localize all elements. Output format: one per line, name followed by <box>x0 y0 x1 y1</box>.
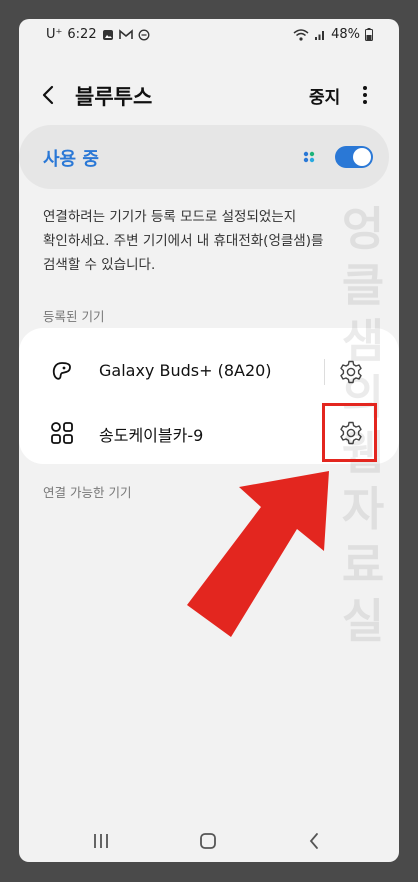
home-icon[interactable] <box>196 829 220 853</box>
pairing-description: 연결하려는 기기가 등록 모드로 설정되었는지 확인하세요. 주변 기기에서 내… <box>43 209 324 273</box>
app-bar: 블루투스 중지 <box>19 77 399 117</box>
device-name: 송도케이블카-9 <box>99 426 204 445</box>
stop-button[interactable]: 중지 <box>309 83 340 108</box>
mail-icon <box>118 28 133 39</box>
available-devices-header: 연결 가능한 기기 <box>43 485 132 500</box>
device-name: Galaxy Buds+ (8A20) <box>99 361 272 380</box>
bluetooth-master-switch-row[interactable]: 사용 중 <box>19 125 389 189</box>
back-arrow-icon[interactable] <box>37 83 61 107</box>
navigation-bar <box>19 819 399 859</box>
battery-percent: 48% <box>331 27 360 42</box>
divider <box>324 359 325 385</box>
minus-circle-icon <box>138 29 150 40</box>
time: 6:22 <box>67 27 97 42</box>
wifi-icon <box>293 28 309 41</box>
more-options-icon[interactable] <box>360 83 370 107</box>
phone-screen: U⁺ 6:22 48% 블루투스 중지 사용 중 연결하려는 기기가 등록 모드… <box>19 19 399 862</box>
page-title: 블루투스 <box>75 85 153 109</box>
scanning-dots-icon <box>303 151 315 163</box>
gallery-icon <box>102 29 113 40</box>
earbuds-icon <box>52 362 71 380</box>
highlight-box <box>322 403 377 462</box>
grid-device-icon <box>51 422 73 444</box>
status-bar: U⁺ 6:22 48% <box>19 19 399 51</box>
back-nav-icon[interactable] <box>303 829 327 853</box>
bluetooth-toggle[interactable] <box>335 146 373 168</box>
red-arrow-annotation <box>187 471 329 637</box>
recents-icon[interactable] <box>89 829 113 853</box>
master-switch-label: 사용 중 <box>43 149 99 170</box>
battery-icon <box>365 28 373 41</box>
carrier: U⁺ <box>46 27 63 42</box>
signal-icon <box>315 30 325 40</box>
toggle-knob <box>353 148 371 166</box>
registered-devices-header: 등록된 기기 <box>43 309 105 324</box>
